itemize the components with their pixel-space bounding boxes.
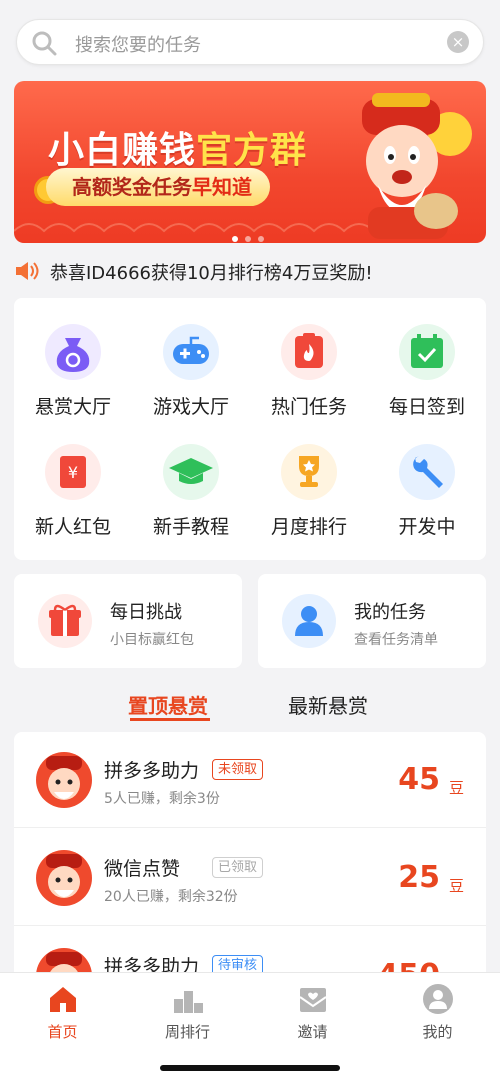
grid-item-label: 新人红包 (34, 516, 111, 538)
graduation-cap-icon (163, 444, 219, 500)
notice-bar[interactable]: 恭喜ID4666获得10月排行榜4万豆奖励! (14, 258, 486, 284)
search-bar[interactable]: 搜索您要的任务 × (16, 19, 484, 65)
banner-subtitle-pill: 高额奖金任务早知道 (46, 168, 270, 206)
task-list: 拼多多助力 未领取 5人已赚，剩余3份 45 豆 微信点赞 已领取 20人已赚，… (14, 732, 486, 992)
tab-latest[interactable]: 最新悬赏 (288, 690, 368, 719)
wrench-icon (399, 444, 455, 500)
podium-icon (172, 983, 204, 1015)
gamepad-icon (163, 324, 219, 380)
grid-item-label: 开发中 (398, 516, 456, 538)
task-reward-amount: 45 (398, 762, 440, 797)
tab-active-indicator (130, 718, 210, 721)
nav-weekly-ranking[interactable]: 周排行 (125, 983, 250, 1042)
bottom-nav: 首页 周排行 邀请 我的 (0, 972, 500, 1083)
search-placeholder[interactable]: 搜索您要的任务 (75, 31, 201, 57)
banner-pager (232, 227, 271, 242)
user-icon (422, 983, 454, 1015)
grid-item-daily-checkin[interactable]: 每日签到 (368, 298, 486, 418)
grid-item-tutorial[interactable]: 新手教程 (132, 418, 250, 538)
task-reward-amount: 25 (398, 860, 440, 895)
task-row[interactable]: 拼多多助力 未领取 5人已赚，剩余3份 45 豆 (14, 732, 486, 828)
task-progress: 5人已赚，剩余3份 (104, 791, 220, 807)
task-row[interactable]: 微信点赞 已领取 20人已赚，剩余32份 25 豆 (14, 830, 486, 926)
grid-item-label: 月度排行 (270, 516, 347, 538)
search-icon (32, 31, 57, 56)
status-badge: 已领取 (212, 857, 264, 878)
mascot-avatar (36, 850, 92, 906)
task-name: 拼多多助力 (104, 760, 200, 782)
grid-item-label: 悬赏大厅 (34, 396, 111, 418)
red-envelope-icon: ¥ (45, 444, 101, 500)
grid-item-label: 每日签到 (388, 396, 465, 418)
grid-item-bounty-hall[interactable]: 悬赏大厅 (14, 298, 132, 418)
mascot-avatar (36, 752, 92, 808)
tab-pinned[interactable]: 置顶悬赏 (128, 690, 208, 719)
clear-icon[interactable]: × (447, 31, 469, 53)
home-icon (47, 983, 79, 1015)
task-reward-unit: 豆 (448, 877, 464, 895)
challenge-subtitle: 小目标赢红包 (110, 632, 194, 648)
task-name: 微信点赞 (104, 858, 181, 880)
notice-text: 恭喜ID4666获得10月排行榜4万豆奖励! (50, 263, 373, 284)
feature-grid: 悬赏大厅 游戏大厅 热门任务 每日签到 ¥ 新人红包 新手教程 月度排行 开发中 (14, 298, 486, 560)
task-reward-unit: 豆 (448, 779, 464, 797)
nav-invite[interactable]: 邀请 (250, 983, 375, 1042)
pager-dot[interactable] (245, 236, 251, 242)
hot-task-icon (281, 324, 337, 380)
banner-title: 小白赚钱官方群 (48, 130, 308, 171)
promo-banner[interactable]: 小白赚钱官方群 高额奖金任务早知道 (14, 81, 486, 243)
svg-text:¥: ¥ (68, 463, 78, 482)
trophy-icon (281, 444, 337, 500)
gift-icon (38, 594, 92, 648)
fortune-god-mascot (362, 93, 472, 239)
challenge-title: 每日挑战 (110, 602, 182, 623)
my-tasks-card[interactable]: 我的任务 查看任务清单 (258, 574, 486, 668)
grid-item-game-hall[interactable]: 游戏大厅 (132, 298, 250, 418)
speaker-icon (16, 262, 39, 280)
grid-item-label: 游戏大厅 (152, 396, 229, 418)
grid-item-monthly-ranking[interactable]: 月度排行 (250, 418, 368, 538)
grid-item-label: 新手教程 (152, 516, 229, 538)
grid-item-newbie-redpacket[interactable]: ¥ 新人红包 (14, 418, 132, 538)
nav-label: 周排行 (164, 1023, 210, 1041)
nav-home[interactable]: 首页 (0, 983, 125, 1042)
money-bag-icon (45, 324, 101, 380)
nav-profile[interactable]: 我的 (375, 983, 500, 1042)
grid-item-hot-tasks[interactable]: 热门任务 (250, 298, 368, 418)
pager-dot[interactable] (232, 236, 238, 242)
grid-item-in-development[interactable]: 开发中 (368, 418, 486, 538)
calendar-check-icon (399, 324, 455, 380)
task-progress: 20人已赚，剩余32份 (104, 889, 238, 905)
nav-label: 邀请 (297, 1023, 328, 1041)
invite-envelope-icon (297, 983, 329, 1015)
my-tasks-subtitle: 查看任务清单 (354, 632, 438, 648)
my-tasks-title: 我的任务 (354, 602, 426, 623)
status-badge: 未领取 (212, 759, 264, 780)
grid-item-label: 热门任务 (270, 396, 347, 418)
home-indicator (160, 1065, 340, 1071)
daily-challenge-card[interactable]: 每日挑战 小目标赢红包 (14, 574, 242, 668)
nav-label: 我的 (422, 1023, 453, 1041)
user-task-icon (282, 594, 336, 648)
pager-dot[interactable] (258, 236, 264, 242)
nav-label: 首页 (47, 1023, 78, 1041)
